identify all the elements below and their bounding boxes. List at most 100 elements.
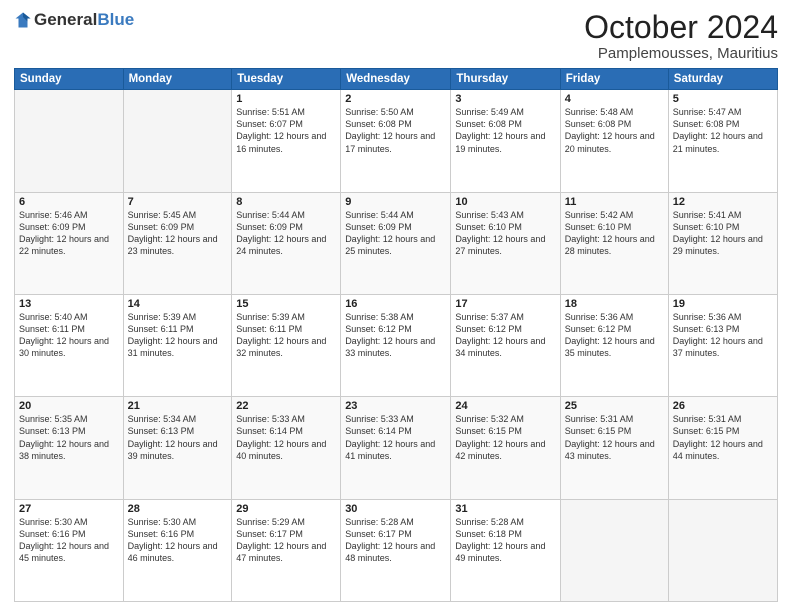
day-info: Sunrise: 5:39 AMSunset: 6:11 PMDaylight:… <box>236 311 336 360</box>
day-info: Sunrise: 5:42 AMSunset: 6:10 PMDaylight:… <box>565 209 664 258</box>
day-header-saturday: Saturday <box>668 69 777 90</box>
day-info: Sunrise: 5:48 AMSunset: 6:08 PMDaylight:… <box>565 106 664 155</box>
day-info: Sunrise: 5:33 AMSunset: 6:14 PMDaylight:… <box>236 413 336 462</box>
day-number: 30 <box>345 503 446 515</box>
calendar-cell: 9Sunrise: 5:44 AMSunset: 6:09 PMDaylight… <box>341 192 451 294</box>
calendar-cell: 22Sunrise: 5:33 AMSunset: 6:14 PMDayligh… <box>232 397 341 499</box>
calendar-cell: 31Sunrise: 5:28 AMSunset: 6:18 PMDayligh… <box>451 499 560 601</box>
day-info: Sunrise: 5:45 AMSunset: 6:09 PMDaylight:… <box>128 209 228 258</box>
day-header-monday: Monday <box>123 69 232 90</box>
day-number: 11 <box>565 196 664 208</box>
day-info: Sunrise: 5:40 AMSunset: 6:11 PMDaylight:… <box>19 311 119 360</box>
day-info: Sunrise: 5:44 AMSunset: 6:09 PMDaylight:… <box>236 209 336 258</box>
calendar-week-4: 27 Sunrise: 5:30 AMSunset: 6:16 PMDayligh… <box>15 499 778 601</box>
calendar-cell <box>123 90 232 192</box>
day-number: 12 <box>673 196 773 208</box>
day-info: Sunrise: 5:50 AMSunset: 6:08 PMDaylight:… <box>345 106 446 155</box>
day-number: 25 <box>565 400 664 412</box>
calendar-week-0: 1Sunrise: 5:51 AMSunset: 6:07 PMDaylight… <box>15 90 778 192</box>
day-info: Sunrise: 5:37 AMSunset: 6:12 PMDaylight:… <box>455 311 555 360</box>
calendar-cell: 1Sunrise: 5:51 AMSunset: 6:07 PMDaylight… <box>232 90 341 192</box>
calendar-cell: 4Sunrise: 5:48 AMSunset: 6:08 PMDaylight… <box>560 90 668 192</box>
logo-text-blue: Blue <box>97 10 134 29</box>
day-number: 17 <box>455 298 555 310</box>
day-number: 27 <box>19 503 119 515</box>
day-number: 14 <box>128 298 228 310</box>
day-info: Sunrise: 5:36 AMSunset: 6:12 PMDaylight:… <box>565 311 664 360</box>
day-info: Sunrise: 5:49 AMSunset: 6:08 PMDaylight:… <box>455 106 555 155</box>
title-block: October 2024 Pamplemousses, Mauritius <box>584 10 778 62</box>
day-header-tuesday: Tuesday <box>232 69 341 90</box>
calendar-cell: 15Sunrise: 5:39 AMSunset: 6:11 PMDayligh… <box>232 294 341 396</box>
calendar-cell: 28Sunrise: 5:30 AMSunset: 6:16 PMDayligh… <box>123 499 232 601</box>
day-number: 8 <box>236 196 336 208</box>
day-number: 31 <box>455 503 555 515</box>
calendar-cell: 27Sunrise: 5:30 AMSunset: 6:16 PMDayligh… <box>15 499 124 601</box>
day-number: 3 <box>455 93 555 105</box>
calendar-cell: 10Sunrise: 5:43 AMSunset: 6:10 PMDayligh… <box>451 192 560 294</box>
day-info: Sunrise: 5:33 AMSunset: 6:14 PMDaylight:… <box>345 413 446 462</box>
day-info: Sunrise: 5:44 AMSunset: 6:09 PMDaylight:… <box>345 209 446 258</box>
calendar-cell: 17Sunrise: 5:37 AMSunset: 6:12 PMDayligh… <box>451 294 560 396</box>
logo: GeneralBlue <box>14 10 134 30</box>
calendar-cell: 11Sunrise: 5:42 AMSunset: 6:10 PMDayligh… <box>560 192 668 294</box>
day-info: Sunrise: 5:43 AMSunset: 6:10 PMDaylight:… <box>455 209 555 258</box>
day-number: 9 <box>345 196 446 208</box>
day-info: Sunrise: 5:38 AMSunset: 6:12 PMDaylight:… <box>345 311 446 360</box>
day-number: 6 <box>19 196 119 208</box>
day-info: Sunrise: 5:47 AMSunset: 6:08 PMDaylight:… <box>673 106 773 155</box>
day-number: 21 <box>128 400 228 412</box>
day-number: 16 <box>345 298 446 310</box>
day-info: Sunrise: 5:29 AMSunset: 6:17 PMDaylight:… <box>236 516 336 565</box>
calendar-header-row: SundayMondayTuesdayWednesdayThursdayFrid… <box>15 69 778 90</box>
day-number: 4 <box>565 93 664 105</box>
day-info: Sunrise: 5:46 AMSunset: 6:09 PMDaylight:… <box>19 209 119 258</box>
location-title: Pamplemousses, Mauritius <box>584 45 778 62</box>
day-info: Sunrise: 5:41 AMSunset: 6:10 PMDaylight:… <box>673 209 773 258</box>
calendar-cell: 16Sunrise: 5:38 AMSunset: 6:12 PMDayligh… <box>341 294 451 396</box>
calendar-cell: 2Sunrise: 5:50 AMSunset: 6:08 PMDaylight… <box>341 90 451 192</box>
calendar-cell: 26Sunrise: 5:31 AMSunset: 6:15 PMDayligh… <box>668 397 777 499</box>
calendar-cell: 20Sunrise: 5:35 AMSunset: 6:13 PMDayligh… <box>15 397 124 499</box>
calendar-cell: 18Sunrise: 5:36 AMSunset: 6:12 PMDayligh… <box>560 294 668 396</box>
day-number: 5 <box>673 93 773 105</box>
day-info: Sunrise: 5:28 AMSunset: 6:18 PMDaylight:… <box>455 516 555 565</box>
calendar-cell: 8Sunrise: 5:44 AMSunset: 6:09 PMDaylight… <box>232 192 341 294</box>
day-info: Sunrise: 5:30 AMSunset: 6:16 PMDaylight:… <box>128 516 228 565</box>
calendar-cell <box>15 90 124 192</box>
day-info: Sunrise: 5:28 AMSunset: 6:17 PMDaylight:… <box>345 516 446 565</box>
day-number: 13 <box>19 298 119 310</box>
calendar-cell <box>668 499 777 601</box>
calendar-cell: 7Sunrise: 5:45 AMSunset: 6:09 PMDaylight… <box>123 192 232 294</box>
day-info: Sunrise: 5:32 AMSunset: 6:15 PMDaylight:… <box>455 413 555 462</box>
logo-icon <box>14 11 32 29</box>
day-number: 10 <box>455 196 555 208</box>
day-number: 23 <box>345 400 446 412</box>
calendar-cell: 21Sunrise: 5:34 AMSunset: 6:13 PMDayligh… <box>123 397 232 499</box>
calendar-cell: 19Sunrise: 5:36 AMSunset: 6:13 PMDayligh… <box>668 294 777 396</box>
page: GeneralBlue October 2024 Pamplemousses, … <box>0 0 792 612</box>
day-number: 28 <box>128 503 228 515</box>
day-info: Sunrise: 5:51 AMSunset: 6:07 PMDaylight:… <box>236 106 336 155</box>
calendar-week-3: 20Sunrise: 5:35 AMSunset: 6:13 PMDayligh… <box>15 397 778 499</box>
day-info: Sunrise: 5:34 AMSunset: 6:13 PMDaylight:… <box>128 413 228 462</box>
day-number: 1 <box>236 93 336 105</box>
day-info: Sunrise: 5:35 AMSunset: 6:13 PMDaylight:… <box>19 413 119 462</box>
calendar-cell <box>560 499 668 601</box>
calendar-cell: 13Sunrise: 5:40 AMSunset: 6:11 PMDayligh… <box>15 294 124 396</box>
calendar-cell: 23Sunrise: 5:33 AMSunset: 6:14 PMDayligh… <box>341 397 451 499</box>
day-number: 18 <box>565 298 664 310</box>
header: GeneralBlue October 2024 Pamplemousses, … <box>14 10 778 62</box>
day-number: 19 <box>673 298 773 310</box>
calendar-cell: 5Sunrise: 5:47 AMSunset: 6:08 PMDaylight… <box>668 90 777 192</box>
day-info: Sunrise: 5:39 AMSunset: 6:11 PMDaylight:… <box>128 311 228 360</box>
day-header-sunday: Sunday <box>15 69 124 90</box>
calendar-week-2: 13Sunrise: 5:40 AMSunset: 6:11 PMDayligh… <box>15 294 778 396</box>
day-number: 15 <box>236 298 336 310</box>
calendar-cell: 24Sunrise: 5:32 AMSunset: 6:15 PMDayligh… <box>451 397 560 499</box>
day-number: 29 <box>236 503 336 515</box>
day-number: 2 <box>345 93 446 105</box>
day-info: Sunrise: 5:31 AMSunset: 6:15 PMDaylight:… <box>673 413 773 462</box>
calendar-cell: 6Sunrise: 5:46 AMSunset: 6:09 PMDaylight… <box>15 192 124 294</box>
day-header-friday: Friday <box>560 69 668 90</box>
